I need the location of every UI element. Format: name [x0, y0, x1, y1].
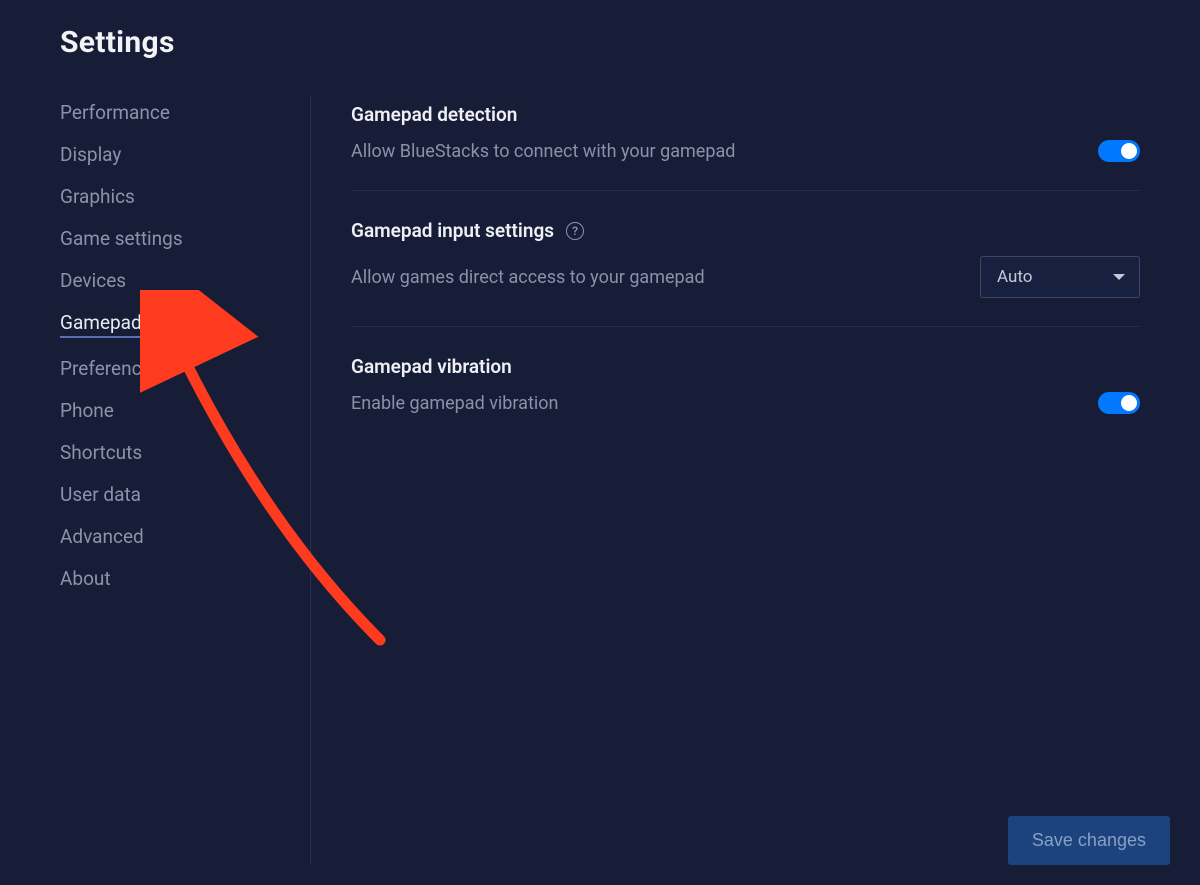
detection-title-text: Gamepad detection [351, 103, 517, 126]
settings-sidebar: Performance Display Graphics Game settin… [60, 95, 310, 865]
sidebar-item-advanced[interactable]: Advanced [60, 525, 144, 548]
vibration-toggle[interactable] [1098, 392, 1140, 414]
toggle-knob [1121, 143, 1137, 159]
input-mode-select[interactable]: Auto [980, 256, 1140, 298]
vibration-description: Enable gamepad vibration [351, 393, 558, 414]
sidebar-item-gamepad[interactable]: Gamepad [60, 311, 142, 338]
sidebar-item-game-settings[interactable]: Game settings [60, 227, 183, 250]
sidebar-item-phone[interactable]: Phone [60, 399, 114, 422]
section-title-detection: Gamepad detection [351, 103, 1140, 126]
input-mode-selected: Auto [997, 267, 1032, 287]
settings-content: Gamepad detection Allow BlueStacks to co… [351, 95, 1140, 865]
vertical-divider [310, 95, 311, 865]
section-gamepad-input: Gamepad input settings ? Allow games dir… [351, 219, 1140, 327]
help-icon[interactable]: ? [566, 222, 584, 240]
detection-description: Allow BlueStacks to connect with your ga… [351, 141, 735, 162]
sidebar-item-graphics[interactable]: Graphics [60, 185, 135, 208]
sidebar-item-preferences[interactable]: Preferences [60, 357, 161, 380]
section-title-vibration: Gamepad vibration [351, 355, 1140, 378]
sidebar-item-display[interactable]: Display [60, 143, 121, 166]
sidebar-item-performance[interactable]: Performance [60, 101, 170, 124]
sidebar-item-about[interactable]: About [60, 567, 111, 590]
detection-toggle[interactable] [1098, 140, 1140, 162]
sidebar-item-shortcuts[interactable]: Shortcuts [60, 441, 142, 464]
sidebar-item-user-data[interactable]: User data [60, 483, 141, 506]
sidebar-item-devices[interactable]: Devices [60, 269, 126, 292]
toggle-knob [1121, 395, 1137, 411]
section-title-input: Gamepad input settings ? [351, 219, 1140, 242]
vibration-title-text: Gamepad vibration [351, 355, 512, 378]
input-description: Allow games direct access to your gamepa… [351, 267, 705, 288]
save-changes-button[interactable]: Save changes [1008, 816, 1170, 865]
section-gamepad-vibration: Gamepad vibration Enable gamepad vibrati… [351, 355, 1140, 442]
chevron-down-icon [1113, 274, 1125, 280]
input-title-text: Gamepad input settings [351, 219, 554, 242]
page-title: Settings [60, 25, 1140, 60]
section-gamepad-detection: Gamepad detection Allow BlueStacks to co… [351, 103, 1140, 191]
